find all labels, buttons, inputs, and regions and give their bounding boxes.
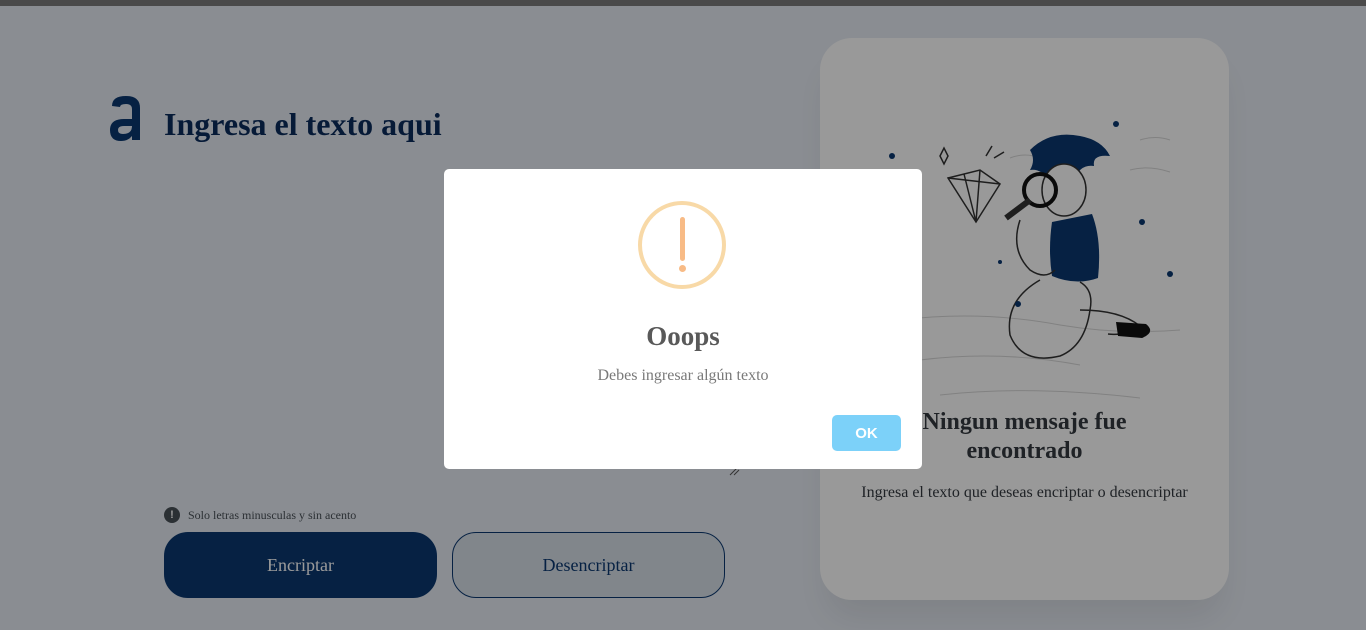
alert-dialog: Ooops Debes ingresar algún texto OK xyxy=(444,169,922,469)
warning-icon xyxy=(638,201,726,289)
alert-text: Debes ingresar algún texto xyxy=(597,367,769,384)
ok-button[interactable]: OK xyxy=(832,415,901,451)
alert-title: Ooops xyxy=(646,321,720,351)
